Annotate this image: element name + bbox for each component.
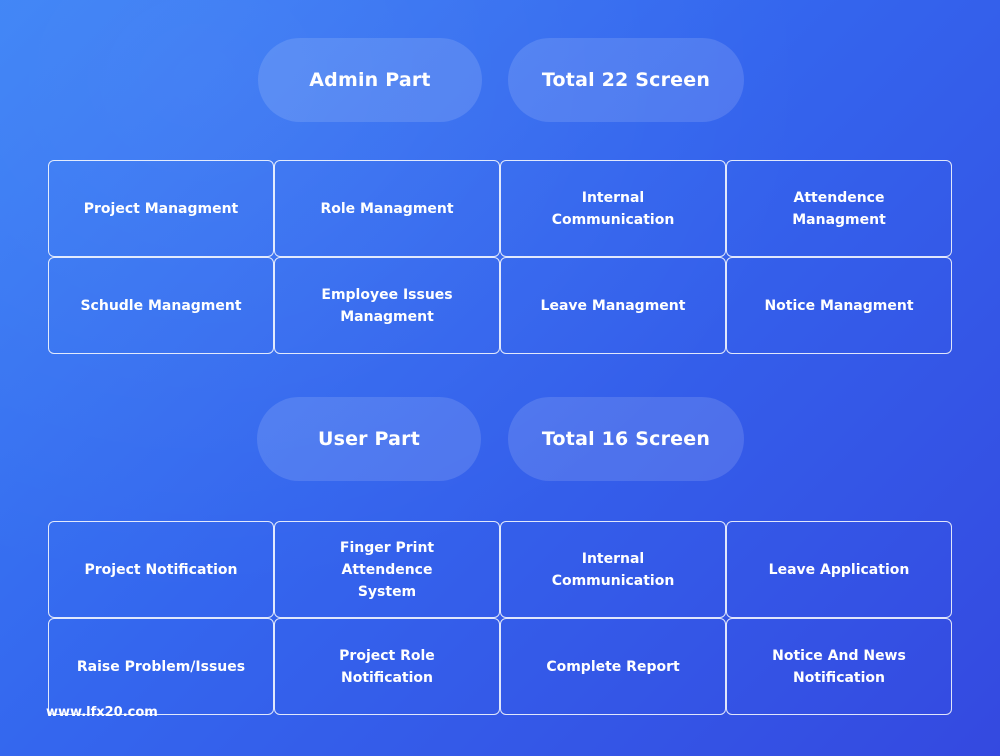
user-feature-card: Project Role Notification	[274, 618, 500, 715]
admin-feature-card: Project Managment	[48, 160, 274, 257]
admin-feature-card: Employee Issues Managment	[274, 257, 500, 354]
user-feature-card: Finger Print Attendence System	[274, 521, 500, 618]
user-header: User Part Total 16 Screen	[0, 397, 1000, 481]
admin-feature-card: Attendence Managment	[726, 160, 952, 257]
user-feature-card: Project Notification	[48, 521, 274, 618]
admin-feature-card: Schudle Managment	[48, 257, 274, 354]
user-feature-card: Raise Problem/Issues	[48, 618, 274, 715]
admin-screen-count-pill: Total 22 Screen	[508, 38, 744, 122]
admin-header: Admin Part Total 22 Screen	[0, 38, 1000, 122]
user-screen-count-pill: Total 16 Screen	[508, 397, 744, 481]
admin-feature-card: Leave Managment	[500, 257, 726, 354]
admin-feature-card: Role Managment	[274, 160, 500, 257]
admin-feature-grid: Project Managment Role Managment Interna…	[48, 160, 954, 355]
admin-feature-card: Notice Managment	[726, 257, 952, 354]
user-feature-grid: Project Notification Finger Print Attend…	[48, 521, 954, 716]
user-feature-card: Leave Application	[726, 521, 952, 618]
user-feature-card: Notice And News Notification	[726, 618, 952, 715]
user-feature-card: Complete Report	[500, 618, 726, 715]
admin-feature-card: Internal Communication	[500, 160, 726, 257]
watermark-text: www.lfx20.com	[46, 705, 158, 720]
user-part-pill: User Part	[257, 397, 481, 481]
user-feature-card: Internal Communication	[500, 521, 726, 618]
admin-part-pill: Admin Part	[258, 38, 482, 122]
